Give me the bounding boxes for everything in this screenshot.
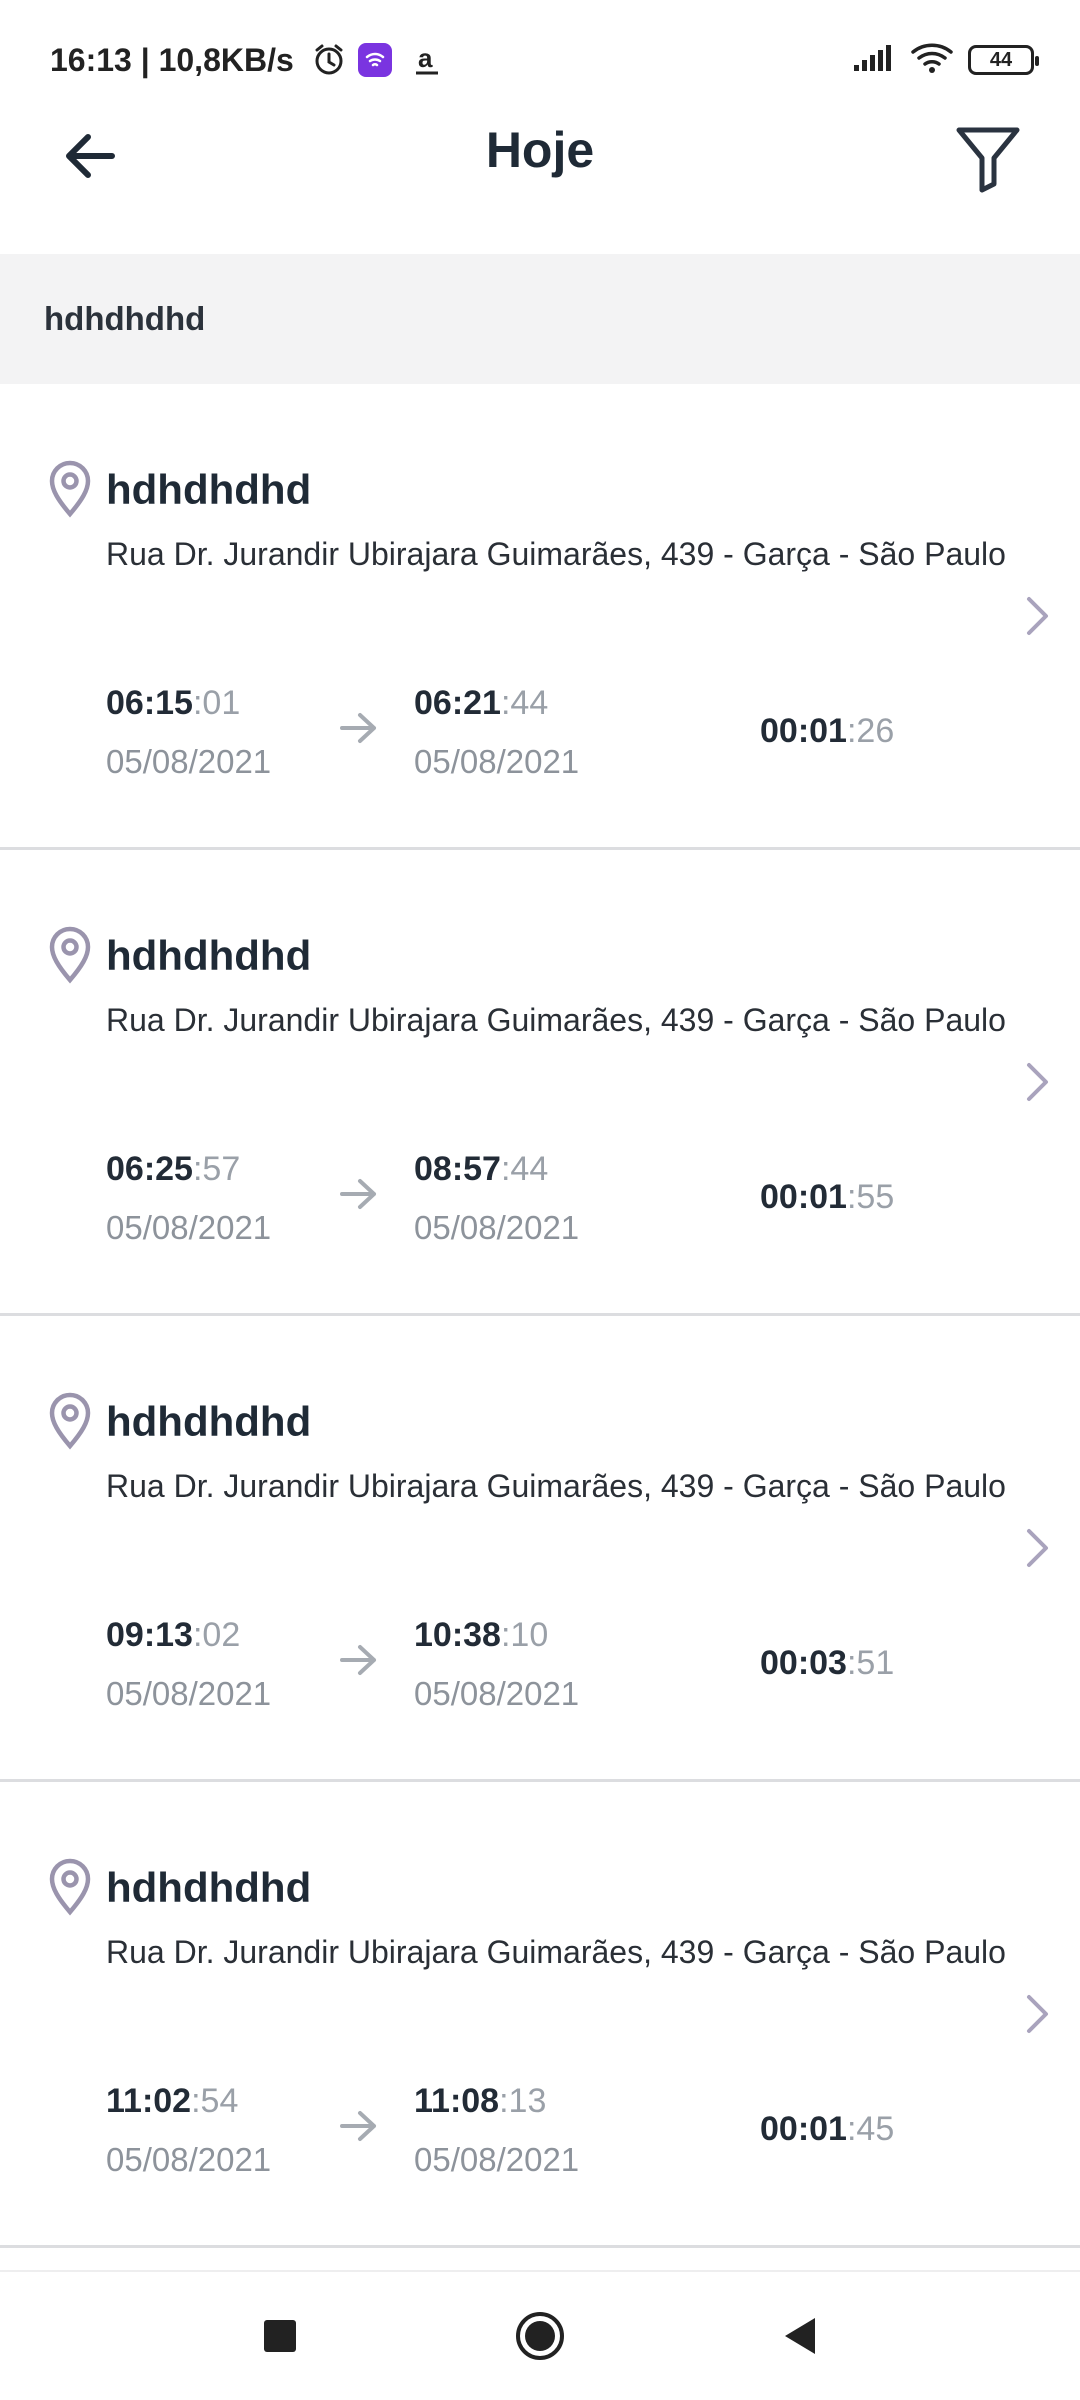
system-nav-bar	[0, 2270, 1080, 2400]
status-time-speed: 16:13 | 10,8KB/s	[50, 41, 294, 78]
filter-funnel-icon	[956, 127, 1020, 193]
chevron-right-icon	[1018, 1058, 1058, 1106]
start-hm: 11:02	[106, 2082, 192, 2120]
start-hm: 09:13	[106, 1616, 193, 1654]
end-hm: 10:38	[414, 1616, 501, 1654]
filter-summary-strip[interactable]: hdhdhdhd	[0, 254, 1080, 384]
end-hm: 11:08	[414, 2082, 500, 2120]
record-address: Rua Dr. Jurandir Ubirajara Guimarães, 43…	[106, 1002, 1006, 1038]
start-time: 09:13:02 05/08/2021	[106, 1616, 271, 1713]
record-address: Rua Dr. Jurandir Ubirajara Guimarães, 43…	[106, 1468, 1006, 1504]
start-date: 05/08/2021	[106, 743, 272, 780]
end-date: 05/08/2021	[414, 1675, 580, 1712]
filter-summary-text: hdhdhdhd	[44, 300, 206, 337]
page-title: Hoje	[485, 122, 595, 178]
end-date: 05/08/2021	[414, 1209, 580, 1246]
start-date: 05/08/2021	[106, 1209, 272, 1246]
duration: 00:01:26	[760, 712, 894, 751]
end-seconds: :13	[499, 2082, 547, 2120]
start-seconds: :54	[191, 2082, 239, 2120]
location-pin-icon	[49, 1392, 91, 1450]
battery-icon: 44	[968, 45, 1039, 75]
chevron-right-icon	[1018, 592, 1058, 640]
list-item[interactable]: hdhdhdhd Rua Dr. Jurandir Ubirajara Guim…	[0, 1316, 1080, 1782]
records-list: hdhdhdhd Rua Dr. Jurandir Ubirajara Guim…	[0, 384, 1080, 2248]
home-circle-icon	[516, 2312, 564, 2360]
svg-text:a: a	[418, 43, 433, 73]
home-button[interactable]	[510, 2306, 570, 2366]
app-badge-icon	[357, 43, 392, 77]
list-item[interactable]: hdhdhdhd Rua Dr. Jurandir Ubirajara Guim…	[0, 384, 1080, 850]
alarm-icon	[310, 41, 348, 79]
recents-square-icon	[264, 2320, 296, 2352]
status-left: 16:13 | 10,8KB/s a	[50, 41, 446, 79]
start-hm: 06:15	[106, 684, 193, 722]
end-seconds: :44	[500, 1150, 549, 1188]
duration-seconds: :55	[846, 1178, 895, 1216]
record-title: hdhdhdhd	[106, 932, 312, 979]
arrow-right-icon	[340, 1645, 376, 1675]
duration-seconds: :26	[846, 712, 895, 750]
end-seconds: :44	[500, 684, 549, 722]
chevron-right-icon	[1018, 1524, 1058, 1572]
duration-hm: 00:01	[760, 712, 847, 750]
duration: 00:03:51	[760, 1644, 894, 1683]
end-time: 06:21:44 05/08/2021	[414, 684, 579, 781]
battery-level: 44	[989, 48, 1013, 71]
duration-seconds: :45	[846, 2110, 895, 2148]
chevron-right-icon	[1018, 1990, 1058, 2038]
duration: 00:01:55	[760, 1178, 894, 1217]
filter-button[interactable]	[940, 110, 1036, 206]
location-pin-icon	[49, 460, 91, 518]
start-time: 11:02:54 05/08/2021	[106, 2082, 271, 2179]
location-pin-icon	[49, 926, 91, 984]
duration-hm: 00:03	[760, 1644, 847, 1682]
duration-hm: 00:01	[760, 1178, 847, 1216]
back-triangle-icon	[785, 2318, 815, 2354]
start-time: 06:15:01 05/08/2021	[106, 684, 271, 781]
record-title: hdhdhdhd	[106, 466, 312, 513]
location-pin-icon	[49, 1858, 91, 1916]
end-hm: 08:57	[414, 1150, 501, 1188]
duration: 00:01:45	[760, 2110, 894, 2149]
start-seconds: :01	[192, 684, 241, 722]
duration-hm: 00:01	[760, 2110, 847, 2148]
end-time: 11:08:13 05/08/2021	[414, 2082, 579, 2179]
signal-icon	[852, 43, 896, 78]
end-date: 05/08/2021	[414, 743, 580, 780]
start-seconds: :02	[192, 1616, 241, 1654]
arrow-right-icon	[340, 1179, 376, 1209]
wifi-icon	[910, 41, 954, 80]
recents-button[interactable]	[250, 2306, 310, 2366]
start-time: 06:25:57 05/08/2021	[106, 1150, 271, 1247]
record-address: Rua Dr. Jurandir Ubirajara Guimarães, 43…	[106, 1934, 1006, 1970]
end-date: 05/08/2021	[414, 2141, 580, 2178]
status-right: 44	[852, 41, 1039, 80]
arrow-right-icon	[340, 713, 376, 743]
duration-seconds: :51	[846, 1644, 895, 1682]
record-title: hdhdhdhd	[106, 1864, 312, 1911]
end-time: 08:57:44 05/08/2021	[414, 1150, 579, 1247]
record-address: Rua Dr. Jurandir Ubirajara Guimarães, 43…	[106, 536, 1006, 572]
end-hm: 06:21	[414, 684, 501, 722]
end-seconds: :10	[500, 1616, 549, 1654]
end-time: 10:38:10 05/08/2021	[414, 1616, 579, 1713]
record-title: hdhdhdhd	[106, 1398, 312, 1445]
start-date: 05/08/2021	[106, 2141, 272, 2178]
start-date: 05/08/2021	[106, 1675, 272, 1712]
start-hm: 06:25	[106, 1150, 193, 1188]
amazon-icon: a	[408, 41, 446, 79]
start-seconds: :57	[192, 1150, 241, 1188]
arrow-right-icon	[340, 2111, 376, 2141]
list-item[interactable]: hdhdhdhd Rua Dr. Jurandir Ubirajara Guim…	[0, 1782, 1080, 2248]
list-item[interactable]: hdhdhdhd Rua Dr. Jurandir Ubirajara Guim…	[0, 850, 1080, 1316]
nav-back-button[interactable]	[770, 2306, 830, 2366]
